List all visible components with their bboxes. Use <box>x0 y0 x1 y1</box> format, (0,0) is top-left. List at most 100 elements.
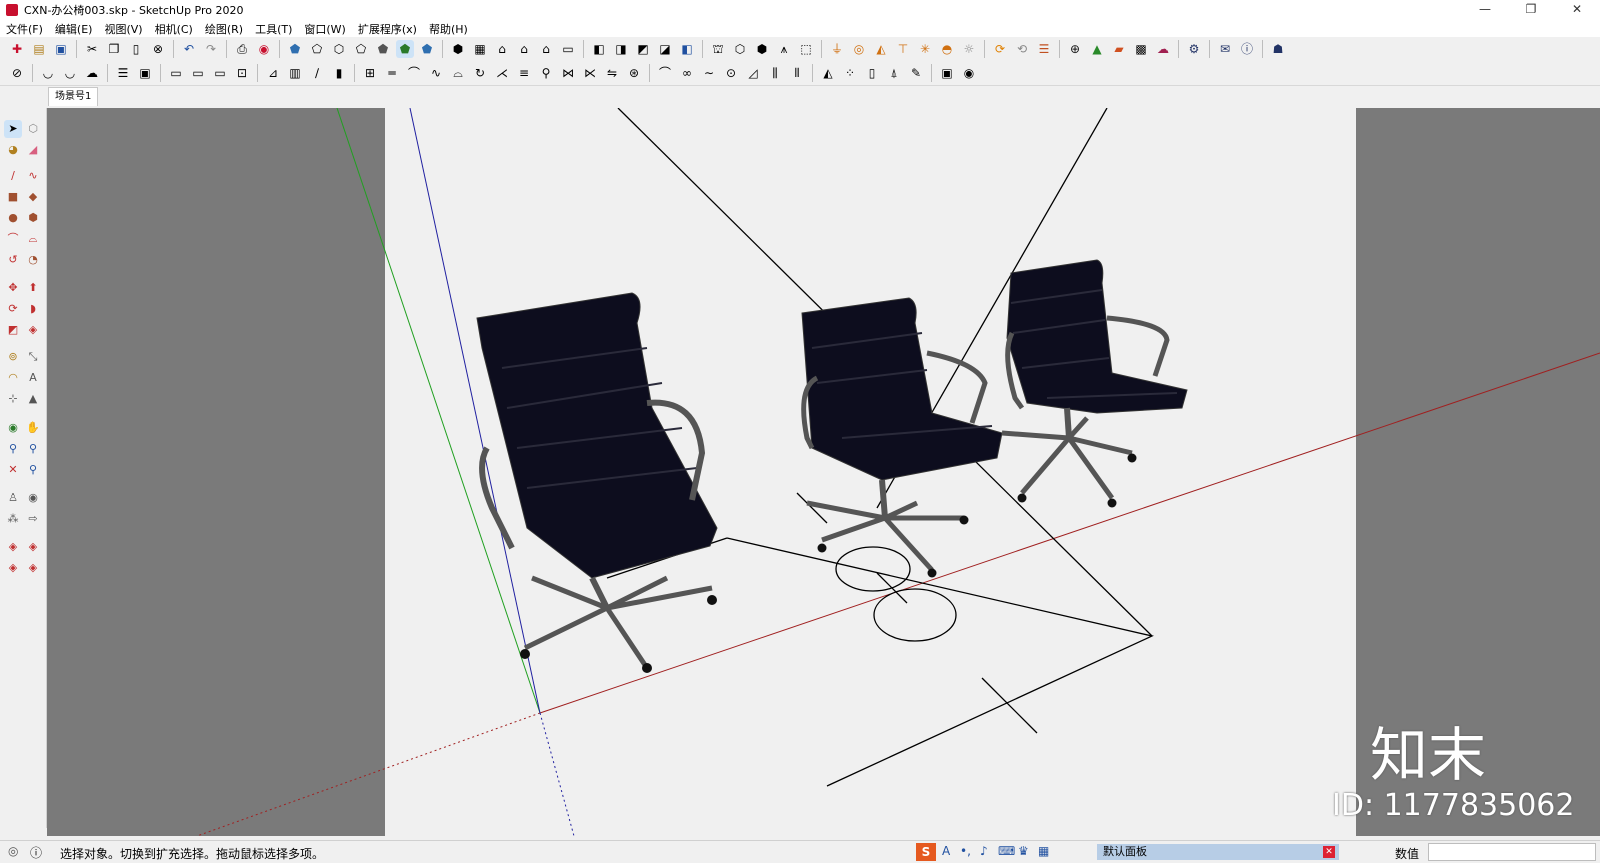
tray-close-icon[interactable]: ✕ <box>1323 846 1335 858</box>
back-view-icon[interactable]: ⌂ <box>537 40 555 58</box>
minimize-button[interactable]: — <box>1462 0 1508 20</box>
slope-icon[interactable]: ∕ <box>308 64 326 82</box>
checker-icon[interactable]: ▩ <box>1132 40 1150 58</box>
front-view-icon[interactable]: ⌂ <box>493 40 511 58</box>
pen-icon[interactable]: ✎ <box>907 64 925 82</box>
section-arrow-icon[interactable]: ⇨ <box>24 510 42 528</box>
window3-icon[interactable]: ▭ <box>211 64 229 82</box>
circle-icon[interactable]: ● <box>4 209 22 227</box>
pan-icon[interactable]: ✋ <box>24 419 42 437</box>
tape-measure-icon[interactable]: ⊚ <box>4 348 22 366</box>
mobile-icon[interactable]: ▣ <box>938 64 956 82</box>
chain-icon[interactable]: ∞ <box>678 64 696 82</box>
xray-icon[interactable]: ⬟ <box>286 40 304 58</box>
bend-icon[interactable]: ⌒ <box>405 64 423 82</box>
menu-help[interactable]: 帮助(H) <box>423 21 474 37</box>
component-icon[interactable]: ⬡ <box>731 40 749 58</box>
taper-icon[interactable]: ⋌ <box>493 64 511 82</box>
zoom-window-icon[interactable]: ⚲ <box>24 440 42 458</box>
measurements-box[interactable] <box>1428 843 1596 861</box>
cloud-icon[interactable]: ☁ <box>83 64 101 82</box>
cloud-upload-icon[interactable]: ☁ <box>1154 40 1172 58</box>
column-icon[interactable]: ▥ <box>286 64 304 82</box>
sun-icon[interactable]: ☼ <box>960 40 978 58</box>
lines-icon[interactable]: ≡ <box>515 64 533 82</box>
polygon-icon[interactable]: ⬢ <box>24 209 42 227</box>
geolocation-icon[interactable]: ◎ <box>8 844 18 858</box>
share-model-icon[interactable]: ◈ <box>24 538 42 556</box>
chair-mid-back[interactable] <box>801 297 1003 578</box>
text-tool-icon[interactable]: A <box>24 369 42 387</box>
section-fill-icon[interactable]: ◨ <box>612 40 630 58</box>
dimension-icon[interactable]: ⤡ <box>24 348 42 366</box>
section-planes-icon[interactable]: ◧ <box>678 40 696 58</box>
model-info-icon[interactable]: ◉ <box>255 40 273 58</box>
stairs-icon[interactable]: ⊿ <box>264 64 282 82</box>
offset-icon[interactable]: ◈ <box>24 321 42 339</box>
keyboard-icon[interactable]: ⌨ <box>998 844 1015 858</box>
paste-icon[interactable]: ▯ <box>127 40 145 58</box>
door-icon[interactable]: ▯ <box>863 64 881 82</box>
shaded-icon[interactable]: ⬟ <box>374 40 392 58</box>
enscape-icon[interactable]: ⟳ <box>991 40 1009 58</box>
stack-icon[interactable]: ☰ <box>1035 40 1053 58</box>
wireframe-icon[interactable]: ⬡ <box>330 40 348 58</box>
arch-icon[interactable]: ⌒ <box>656 64 674 82</box>
sparkle-icon[interactable]: ✳ <box>916 40 934 58</box>
menu-draw[interactable]: 绘图(R) <box>199 21 249 37</box>
info-circle-icon[interactable]: ⓘ <box>1238 40 1256 58</box>
protractor-icon[interactable]: ◠ <box>4 369 22 387</box>
window2-icon[interactable]: ▭ <box>189 64 207 82</box>
triangle-ruler-icon[interactable]: ◭ <box>872 40 890 58</box>
weld-icon[interactable]: ⊛ <box>625 64 643 82</box>
display-section-icon[interactable]: ◪ <box>656 40 674 58</box>
menu-extensions[interactable]: 扩展程序(x) <box>352 21 423 37</box>
menu-window[interactable]: 窗口(W) <box>298 21 351 37</box>
menu-file[interactable]: 文件(F) <box>0 21 49 37</box>
sandbox-icon[interactable]: ⩚ <box>775 40 793 58</box>
ramp-icon[interactable]: ◿ <box>744 64 762 82</box>
flip-icon[interactable]: ⇋ <box>603 64 621 82</box>
refresh-icon[interactable]: ⟲ <box>1013 40 1031 58</box>
axes-icon[interactable]: ⊹ <box>4 390 22 408</box>
walk-icon[interactable]: ⁂ <box>4 510 22 528</box>
terrain-icon[interactable]: ▰ <box>1110 40 1128 58</box>
make-component-icon[interactable]: ⬡ <box>24 120 42 138</box>
pie-icon[interactable]: ◔ <box>24 251 42 269</box>
extension-manager-icon[interactable]: ◈ <box>24 559 42 577</box>
add-icon[interactable]: ⊕ <box>1066 40 1084 58</box>
two-point-arc-icon[interactable]: ⌓ <box>24 230 42 248</box>
left-view-icon[interactable]: ▭ <box>559 40 577 58</box>
freehand-icon[interactable]: ∿ <box>24 167 42 185</box>
rotate-tool-icon[interactable]: ⟳ <box>4 300 22 318</box>
section-plane-icon[interactable]: ◧ <box>590 40 608 58</box>
three-point-arc-icon[interactable]: ↺ <box>4 251 22 269</box>
monochrome-icon[interactable]: ⬟ <box>418 40 436 58</box>
push-pull-icon[interactable]: ⬆ <box>24 279 42 297</box>
zoom-icon[interactable]: ⚲ <box>4 440 22 458</box>
rail-icon[interactable]: ═ <box>383 64 401 82</box>
tee-icon[interactable]: ⊤ <box>894 40 912 58</box>
previous-view-icon[interactable]: ⚲ <box>24 461 42 479</box>
comb-icon[interactable]: ⫼ <box>766 64 784 82</box>
bucket2-icon[interactable]: ◡ <box>61 64 79 82</box>
frame-icon[interactable]: ▣ <box>136 64 154 82</box>
dimension-check-icon[interactable]: ⊘ <box>8 64 26 82</box>
rectangle-icon[interactable]: ■ <box>4 188 22 206</box>
chair-low-back[interactable] <box>1001 259 1188 508</box>
fence-icon[interactable]: ⫴ <box>788 64 806 82</box>
user-icon[interactable]: ☗ <box>1269 40 1287 58</box>
section-cut-icon[interactable]: ◩ <box>634 40 652 58</box>
3d-text-icon[interactable]: ▲ <box>24 390 42 408</box>
info-icon[interactable]: ⓘ <box>30 844 42 861</box>
menu-camera[interactable]: 相机(C) <box>149 21 199 37</box>
ime-lang-icon[interactable]: A <box>942 844 950 858</box>
position-camera-icon[interactable]: ♙ <box>4 489 22 507</box>
mesh-icon[interactable]: ⋈ <box>559 64 577 82</box>
drill-icon[interactable]: ⊙ <box>722 64 740 82</box>
eraser-icon[interactable]: ◢ <box>24 141 42 159</box>
ime-logo-icon[interactable]: S <box>916 843 936 861</box>
default-tray-tab[interactable]: 默认面板 ✕ <box>1097 844 1339 860</box>
select-tool-icon[interactable]: ➤ <box>4 120 22 138</box>
pin-icon[interactable]: ⚲ <box>537 64 555 82</box>
